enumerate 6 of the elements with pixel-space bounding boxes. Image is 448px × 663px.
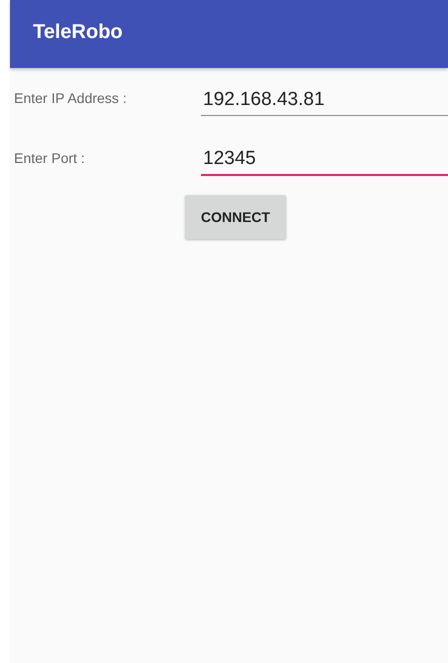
app-title: TeleRobo: [33, 20, 123, 44]
input-field[interactable]: 12345: [201, 148, 448, 176]
field-label: Enter Port :: [14, 150, 86, 168]
input-field[interactable]: 192.168.43.81: [201, 89, 448, 116]
connect-button[interactable]: CONNECT: [185, 195, 286, 239]
field-label: Enter IP Address :: [14, 90, 128, 108]
